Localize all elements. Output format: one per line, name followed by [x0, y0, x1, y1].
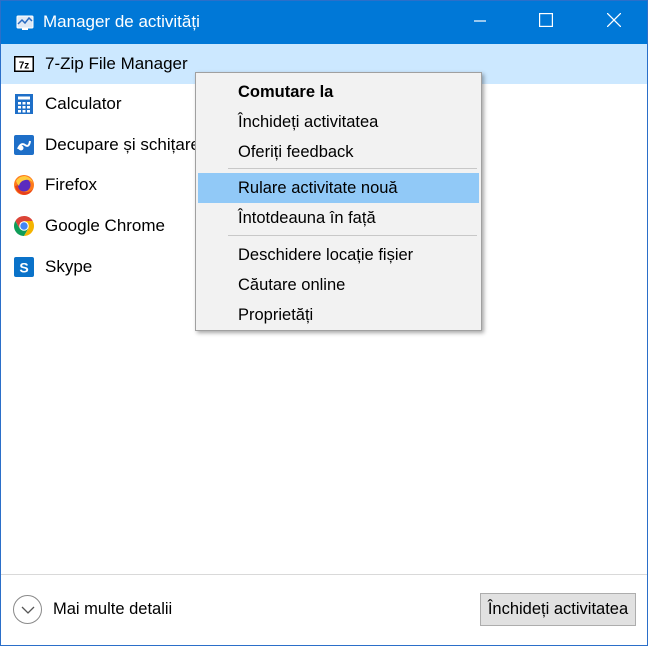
firefox-icon [13, 174, 35, 196]
7zip-icon: 7z [13, 53, 35, 75]
menu-item-end-task[interactable]: Închideți activitatea [198, 107, 479, 137]
list-item-label: Decupare și schițare [45, 135, 200, 154]
maximize-icon [539, 13, 554, 32]
list-item-label: Firefox [45, 175, 97, 194]
title-bar[interactable]: Manager de activități [1, 1, 647, 44]
window-title: Manager de activități [43, 12, 200, 31]
svg-text:7z: 7z [19, 61, 30, 72]
menu-item-open-file-location[interactable]: Deschidere locație fișier [198, 240, 479, 270]
more-details-toggle[interactable]: Mai multe detalii [13, 595, 193, 625]
minimize-button[interactable] [457, 1, 503, 44]
close-button[interactable] [591, 1, 637, 44]
maximize-button[interactable] [523, 1, 569, 44]
minimize-icon [474, 14, 486, 32]
list-item-label: Calculator [45, 94, 122, 113]
menu-item-label: Comutare la [238, 83, 334, 101]
list-item-label: Skype [45, 257, 93, 276]
end-task-button[interactable]: Închideți activitatea [480, 593, 636, 626]
menu-item-label: Proprietăți [238, 306, 314, 324]
menu-item-run-new-task[interactable]: Rulare activitate nouă [198, 173, 479, 203]
menu-item-label: Căutare online [238, 276, 346, 294]
menu-item-properties[interactable]: Proprietăți [198, 300, 479, 330]
menu-item-switch-to[interactable]: Comutare la [198, 77, 479, 107]
svg-text:S: S [19, 260, 28, 276]
close-icon [606, 12, 622, 32]
menu-divider [228, 168, 477, 169]
menu-item-label: Oferiți feedback [238, 143, 354, 161]
footer: Mai multe detalii Închideți activitatea [1, 575, 647, 645]
menu-item-label: Deschidere locație fișier [238, 246, 414, 264]
list-item-label: Google Chrome [45, 216, 166, 235]
task-manager-window: Manager de activități 7z 7-Zip File Mana… [0, 0, 648, 646]
skype-icon: S [13, 256, 35, 278]
task-manager-icon [15, 13, 35, 31]
more-details-label[interactable]: Mai multe detalii [53, 600, 172, 619]
context-menu: Comutare la Închideți activitatea Oferiț… [195, 72, 482, 331]
menu-item-search-online[interactable]: Căutare online [198, 270, 479, 300]
menu-item-always-on-top[interactable]: Întotdeauna în față [198, 203, 479, 233]
chevron-down-icon[interactable] [13, 595, 42, 624]
menu-divider [228, 235, 477, 236]
list-item-label: 7-Zip File Manager [45, 54, 188, 73]
menu-item-label: Rulare activitate nouă [238, 179, 398, 197]
calculator-icon [13, 93, 35, 115]
menu-item-label: Închideți activitatea [238, 113, 379, 131]
snip-sketch-icon [13, 134, 35, 156]
chrome-icon [13, 215, 35, 237]
menu-item-provide-feedback[interactable]: Oferiți feedback [198, 137, 479, 167]
menu-item-label: Întotdeauna în față [238, 209, 376, 227]
